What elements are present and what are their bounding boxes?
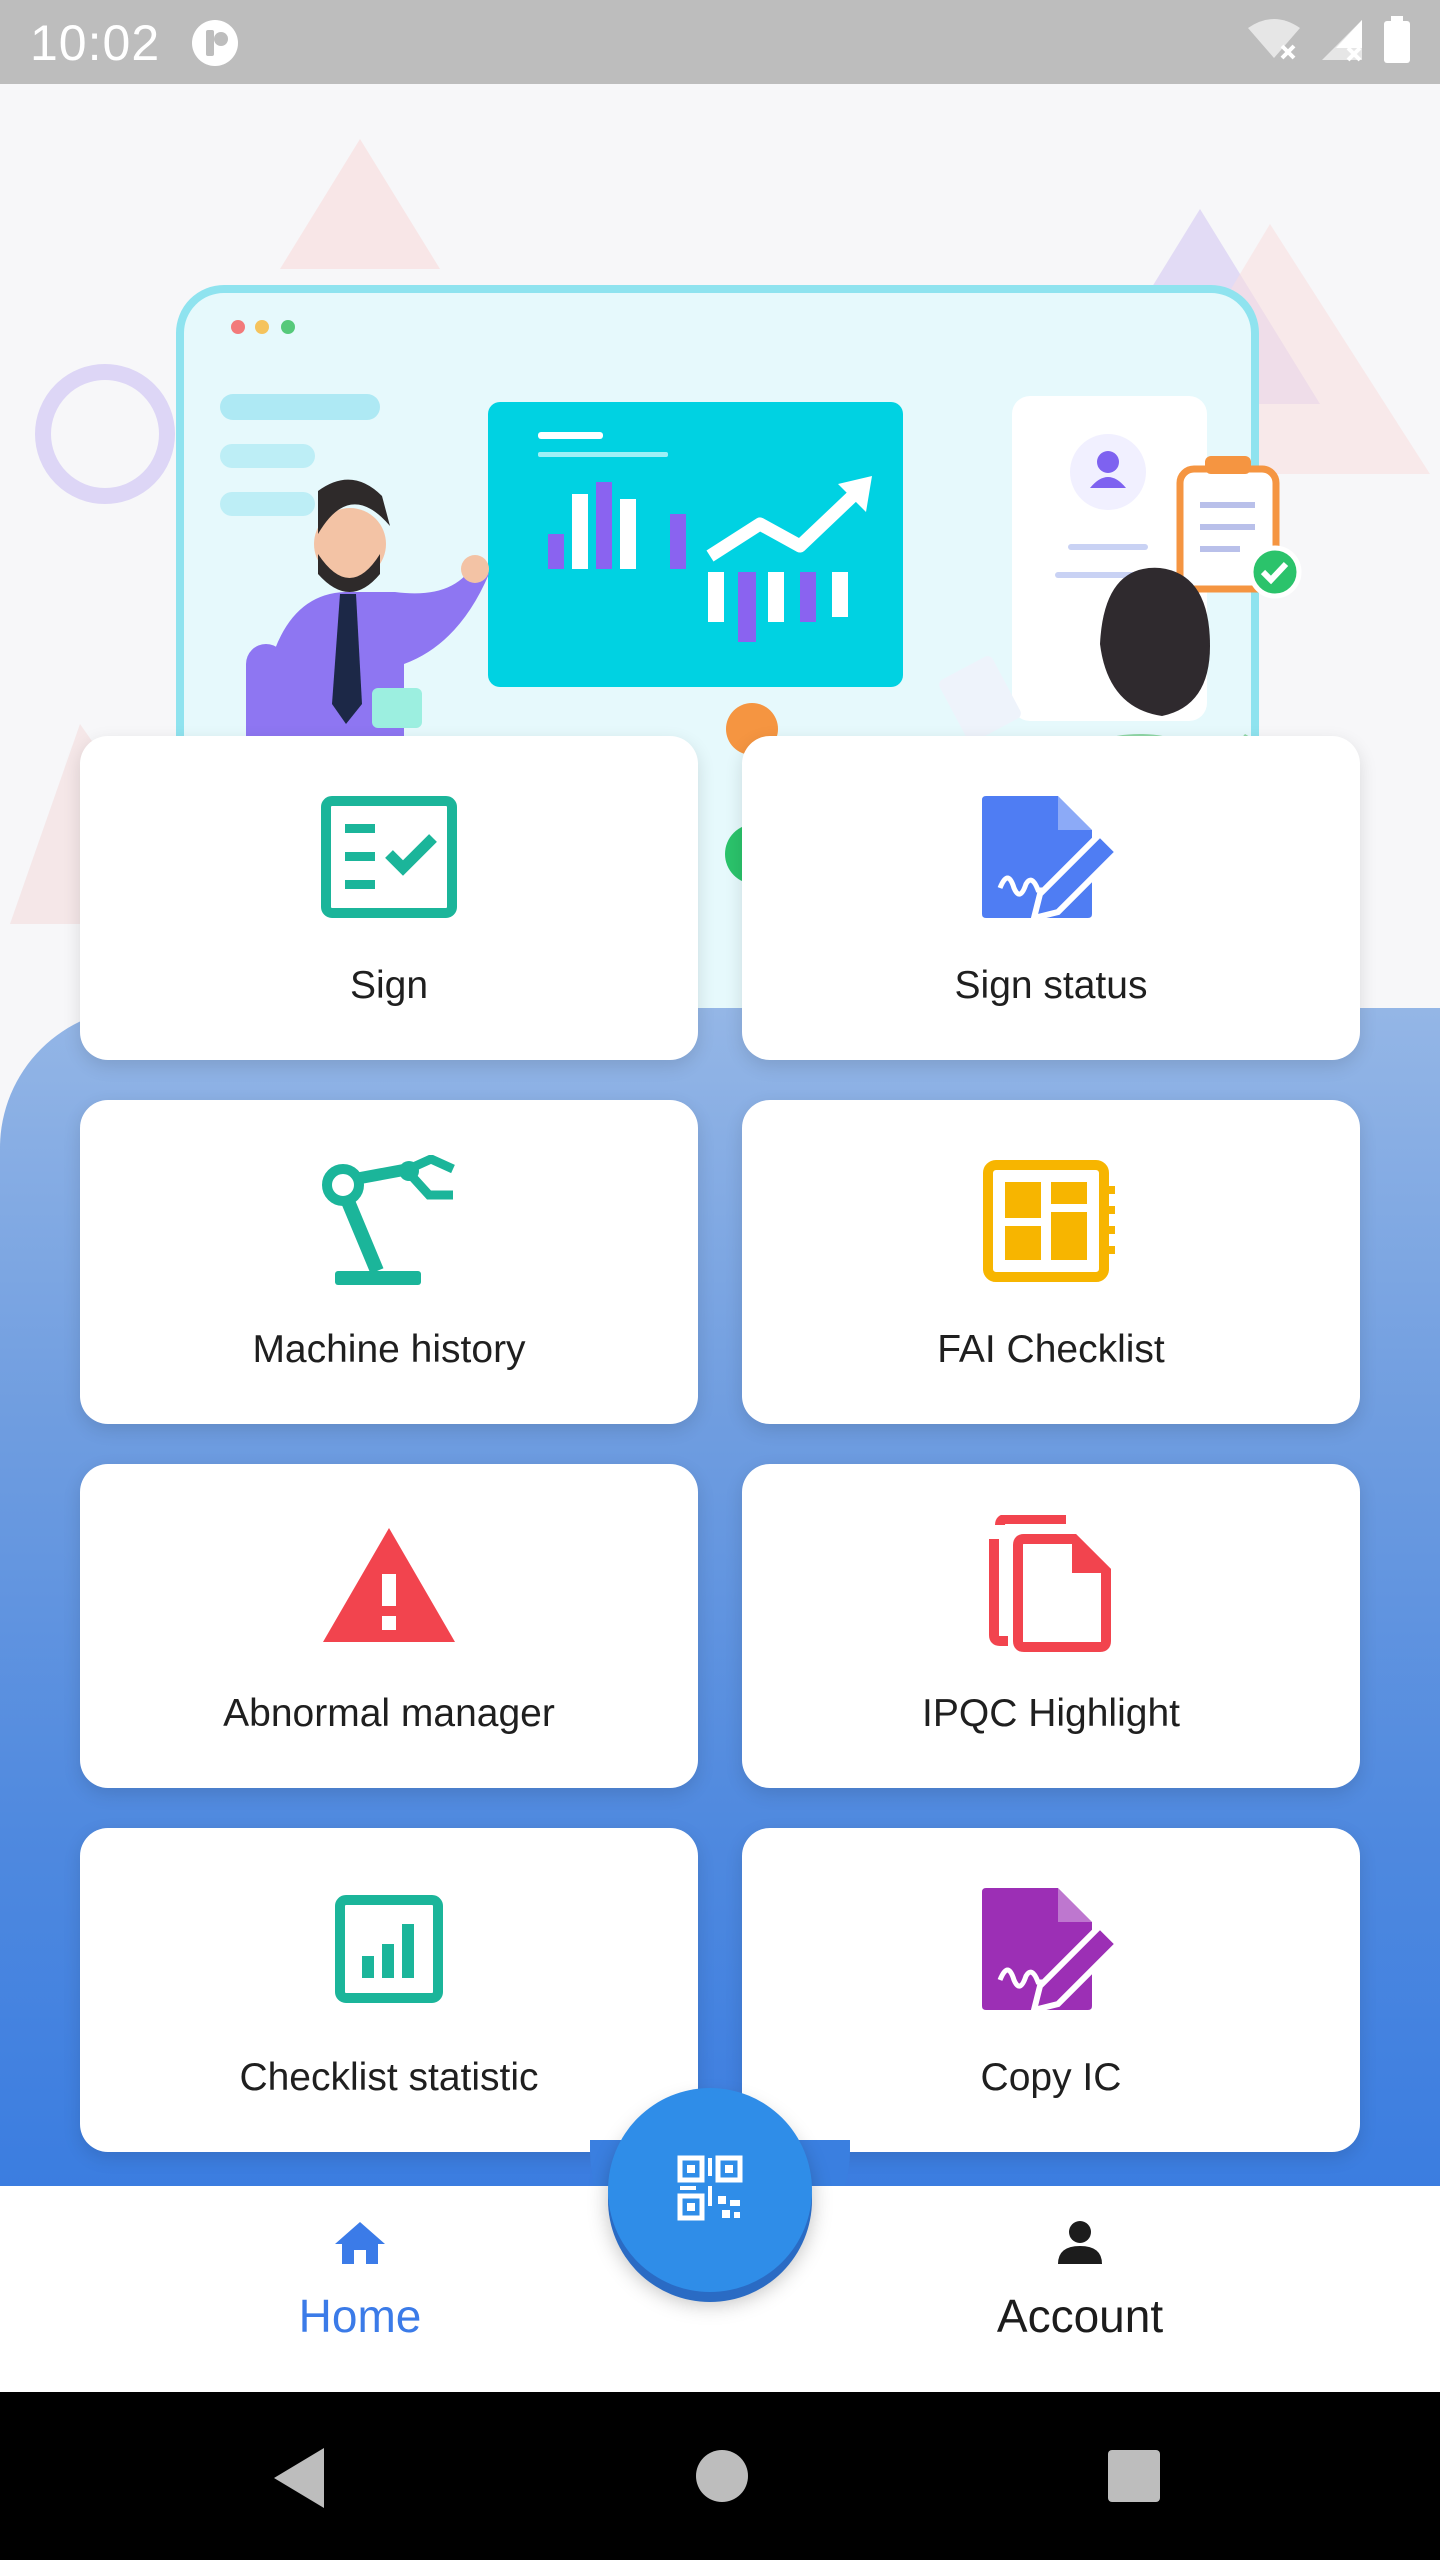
warning-triangle-icon [314, 1520, 464, 1650]
menu-card-ipqc-highlight[interactable]: IPQC Highlight [742, 1464, 1360, 1788]
menu-card-label: IPQC Highlight [922, 1692, 1180, 1735]
menu-card-machine-history[interactable]: Machine history [80, 1100, 698, 1424]
back-icon[interactable] [270, 2446, 330, 2515]
person-icon [1056, 2220, 1104, 2271]
status-bar: 10:02 [0, 0, 1440, 84]
wifi-off-icon [1246, 18, 1302, 67]
battery-icon [1382, 16, 1412, 69]
copy-files-icon [976, 1515, 1126, 1652]
menu-card-sign[interactable]: Sign [80, 736, 698, 1060]
document-signature-icon [976, 1884, 1126, 2014]
bar-chart-icon [314, 1884, 464, 2014]
menu-card-fai-checklist[interactable]: FAI Checklist [742, 1100, 1360, 1424]
menu-card-label: FAI Checklist [937, 1328, 1165, 1371]
menu-card-checklist-statistic[interactable]: Checklist statistic [80, 1828, 698, 2152]
menu-card-abnormal-manager[interactable]: Abnormal manager [80, 1464, 698, 1788]
nav-home-label: Home [298, 2290, 422, 2342]
nav-account-label: Account [996, 2290, 1164, 2342]
system-icons [1246, 16, 1412, 69]
robot-arm-icon [314, 1155, 464, 1286]
notification-app-icon [190, 18, 240, 68]
home-circle-icon[interactable] [694, 2446, 750, 2511]
qr-code-scan-icon [674, 2152, 746, 2229]
nav-account[interactable]: Account [960, 2220, 1200, 2343]
document-signature-icon [976, 792, 1126, 922]
scan-qr-button[interactable] [608, 2088, 812, 2292]
menu-card-copy-ic[interactable]: Copy IC [742, 1828, 1360, 2152]
nav-home[interactable]: Home [260, 2220, 460, 2343]
menu-card-label: Machine history [252, 1328, 526, 1371]
menu-card-label: Abnormal manager [223, 1692, 555, 1735]
checklist-form-icon [314, 792, 464, 922]
menu-card-label: Sign status [954, 964, 1148, 1007]
recents-icon[interactable] [1106, 2446, 1162, 2511]
menu-card-label: Sign [349, 964, 429, 1007]
dashboard-panel-icon [976, 1156, 1126, 1286]
system-navigation-bar [0, 2392, 1440, 2560]
status-time: 10:02 [30, 15, 161, 71]
menu-card-sign-status[interactable]: Sign status [742, 736, 1360, 1060]
menu-card-label: Copy IC [980, 2056, 1122, 2099]
home-icon [333, 2220, 387, 2271]
menu-card-label: Checklist statistic [239, 2056, 539, 2099]
signal-icon [1318, 18, 1366, 67]
